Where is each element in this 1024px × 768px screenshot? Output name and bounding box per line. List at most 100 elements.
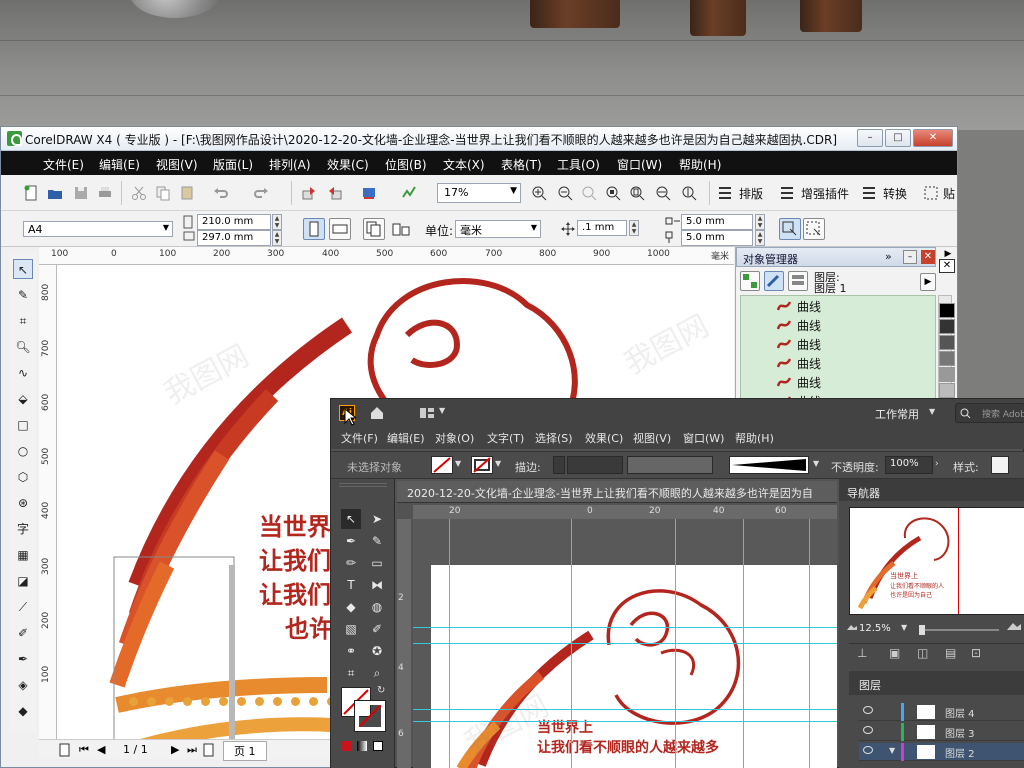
text-tool-icon[interactable]: 字 xyxy=(13,519,33,539)
gradient-mode-icon[interactable] xyxy=(357,741,367,751)
chevron-down-icon[interactable]: ▼ xyxy=(455,459,461,468)
menu-type[interactable]: 文字(T) xyxy=(487,430,524,446)
previous-page-icon[interactable]: ◀ xyxy=(97,743,105,756)
menu-text[interactable]: 文本(X) xyxy=(443,156,485,173)
minimize-button[interactable]: – xyxy=(857,129,883,147)
list-item[interactable]: 曲线 xyxy=(777,298,821,316)
document-tab[interactable]: 2020-12-20-文化墙-企业理念-当世界上让我们看不顺眼的人越来越多也许是… xyxy=(397,481,837,503)
enhance-plugin-button[interactable]: 增强插件 xyxy=(801,185,849,202)
variable-width-profile[interactable] xyxy=(627,456,713,474)
duplicate-x-spinner[interactable]: ▲ ▼ xyxy=(755,214,765,230)
swatches-panel-icon[interactable]: ▤ xyxy=(945,646,956,660)
menu-effects[interactable]: 效果(C) xyxy=(327,156,369,173)
search-field[interactable]: 搜索 Adob xyxy=(955,403,1024,423)
menu-view[interactable]: 视图(V) xyxy=(633,430,671,446)
shape-tool-icon[interactable]: ✎ xyxy=(13,285,33,305)
current-page-icon[interactable] xyxy=(391,221,411,239)
menu-edit[interactable]: 编辑(E) xyxy=(99,156,140,173)
menu-edit[interactable]: 编辑(E) xyxy=(387,430,425,446)
layer-manager-view-button[interactable] xyxy=(788,271,808,291)
symbol-sprayer-tool-icon[interactable]: ✪ xyxy=(367,641,387,661)
menu-help[interactable]: 帮助(H) xyxy=(679,156,721,173)
chevron-down-icon[interactable]: ▼ xyxy=(439,406,445,415)
slider-thumb[interactable] xyxy=(919,625,925,635)
stroke-weight-field[interactable] xyxy=(567,456,623,474)
copy-icon[interactable] xyxy=(155,185,171,201)
welcome-screen-icon[interactable] xyxy=(401,185,417,201)
color-swatch[interactable] xyxy=(939,383,955,398)
eyedropper-tool-icon[interactable]: ✐ xyxy=(13,623,33,643)
list-item[interactable]: 曲线 xyxy=(777,374,821,392)
menu-table[interactable]: 表格(T) xyxy=(501,156,542,173)
layers-title[interactable]: 图层 xyxy=(859,677,881,693)
paste-icon[interactable] xyxy=(179,185,195,201)
guide-line[interactable] xyxy=(413,627,837,628)
guide-line[interactable] xyxy=(413,643,837,644)
smart-fill-tool-icon[interactable]: ⬙ xyxy=(13,389,33,409)
arrange-documents-icon[interactable] xyxy=(419,407,435,419)
workspace-switcher[interactable]: 工作常用 xyxy=(875,406,919,422)
page-width-field[interactable]: 210.0 mm xyxy=(197,214,271,230)
duplicate-y-spinner[interactable]: ▲ ▼ xyxy=(755,230,765,246)
close-button[interactable]: ✕ xyxy=(913,129,953,147)
fill-tool-icon[interactable]: ◈ xyxy=(13,675,33,695)
add-page-icon[interactable] xyxy=(59,743,71,757)
zoom-tool-icon[interactable]: ⌕ xyxy=(367,663,387,683)
chevron-down-icon[interactable]: ▼ xyxy=(929,407,935,416)
menu-bitmaps[interactable]: 位图(B) xyxy=(385,156,427,173)
duplicate-distance-y-field[interactable]: 5.0 mm xyxy=(681,230,753,246)
list-item[interactable]: 曲线 xyxy=(777,355,821,373)
warp-tool-icon[interactable]: ◍ xyxy=(367,597,387,617)
panel-grip-icon[interactable] xyxy=(339,483,387,487)
navigator-title[interactable]: 导航器 xyxy=(847,485,880,501)
blend-tool-icon[interactable]: ⚭ xyxy=(341,641,361,661)
none-mode-icon[interactable] xyxy=(373,741,383,751)
portrait-button[interactable] xyxy=(303,218,325,240)
duplicate-distance-x-field[interactable]: 5.0 mm xyxy=(681,214,753,230)
list-item[interactable]: 曲线 xyxy=(777,317,821,335)
nudge-distance-field[interactable]: .1 mm xyxy=(577,220,627,236)
home-icon[interactable] xyxy=(369,405,385,421)
reflect-tool-icon[interactable]: ⧓ xyxy=(367,575,387,595)
polygon-tool-icon[interactable]: ⬡ xyxy=(13,467,33,487)
connector-tool-icon[interactable]: ⟋ xyxy=(13,597,33,617)
menu-view[interactable]: 视图(V) xyxy=(156,156,198,173)
visibility-eye-icon[interactable] xyxy=(863,726,873,734)
zoom-to-page-icon[interactable] xyxy=(629,185,645,201)
navigator-preview[interactable]: 当世界上 让我们看不顺眼的人 也许是因为自己 xyxy=(849,507,1024,615)
menu-window[interactable]: 窗口(W) xyxy=(683,430,724,446)
menu-arrange[interactable]: 排列(A) xyxy=(269,156,311,173)
interactive-fill-tool-icon[interactable]: ◆ xyxy=(13,701,33,721)
landscape-button[interactable] xyxy=(329,218,351,240)
menu-object[interactable]: 对象(O) xyxy=(435,430,474,446)
menu-file[interactable]: 文件(E) xyxy=(43,156,84,173)
character-panel-icon[interactable]: ⊡ xyxy=(971,646,981,660)
redo-icon[interactable] xyxy=(253,185,269,201)
brush-definition[interactable] xyxy=(729,456,809,474)
next-page-icon[interactable]: ▶ xyxy=(171,743,179,756)
page-tab[interactable]: 页 1 xyxy=(223,741,267,761)
rectangle-tool-icon[interactable]: □ xyxy=(13,415,33,435)
visibility-eye-icon[interactable] xyxy=(863,706,873,714)
paste-plugin-button[interactable]: 贴 xyxy=(943,185,955,202)
chevron-down-icon[interactable]: ▼ xyxy=(813,459,819,468)
docker-menu-icon[interactable]: – xyxy=(903,250,917,264)
height-spinner[interactable]: ▲ ▼ xyxy=(272,230,282,246)
snap-to-objects-button[interactable] xyxy=(803,218,825,240)
show-properties-button[interactable] xyxy=(740,271,760,291)
no-fill-swatch-icon[interactable]: ✕ xyxy=(939,259,955,273)
import-icon[interactable] xyxy=(301,185,317,201)
palette-scroll-up-icon[interactable]: ▶ xyxy=(939,249,957,259)
color-swatch[interactable] xyxy=(939,367,955,382)
edit-across-layers-button[interactable] xyxy=(764,271,784,291)
undo-icon[interactable] xyxy=(213,185,229,201)
nudge-spinner[interactable]: ▲ ▼ xyxy=(629,220,639,236)
crop-tool-icon[interactable]: ⌗ xyxy=(13,311,33,331)
collapse-docker-icon[interactable]: » xyxy=(885,250,892,263)
stroke-color-swatch[interactable] xyxy=(471,456,493,474)
menu-layout[interactable]: 版面(L) xyxy=(213,156,253,173)
chevron-down-icon[interactable]: ▼ xyxy=(495,459,501,468)
treat-as-filled-button[interactable] xyxy=(779,218,801,240)
paste-plugin-icon[interactable] xyxy=(923,185,939,201)
gradient-tool-icon[interactable]: ▧ xyxy=(341,619,361,639)
